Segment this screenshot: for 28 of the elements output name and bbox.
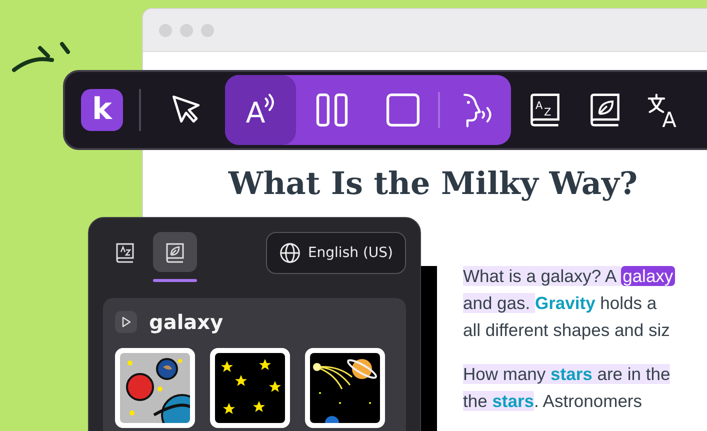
app-logo[interactable]: k bbox=[81, 89, 123, 131]
picture-card[interactable] bbox=[305, 348, 385, 428]
stars-picture bbox=[215, 353, 285, 423]
body-text: holds a bbox=[599, 293, 657, 313]
read-aloud-text: What is a galaxy? A bbox=[463, 266, 621, 286]
body-text: . Astronomers bbox=[534, 391, 642, 411]
stop-icon bbox=[384, 91, 422, 129]
read-aloud-text: and gas. bbox=[463, 293, 535, 313]
globe-icon bbox=[278, 242, 301, 264]
body-text: all different shapes and siz bbox=[463, 320, 670, 340]
comet-and-planet-picture bbox=[310, 353, 380, 423]
translate-button[interactable]: A bbox=[635, 75, 695, 145]
vocabulary-link[interactable]: Gravity bbox=[535, 293, 596, 313]
current-word[interactable]: galaxy bbox=[620, 266, 676, 286]
play-button[interactable] bbox=[115, 311, 137, 333]
picture-dictionary-tab[interactable] bbox=[153, 232, 197, 282]
article-title: What Is the Milky Way? bbox=[227, 166, 639, 202]
play-icon bbox=[120, 316, 132, 328]
picture-card[interactable] bbox=[115, 348, 195, 428]
read-aloud-button[interactable]: A bbox=[225, 75, 296, 145]
read-aloud-text: the bbox=[463, 391, 492, 411]
language-button[interactable]: English (US) bbox=[266, 232, 406, 274]
picture-card[interactable] bbox=[210, 348, 290, 428]
dictionary-word: galaxy bbox=[149, 310, 224, 334]
planets-picture bbox=[120, 353, 190, 423]
read-aloud-text: are in the bbox=[592, 364, 670, 384]
read-aloud-text: How many bbox=[463, 364, 551, 384]
dictionary-button[interactable]: AZ bbox=[515, 75, 575, 145]
